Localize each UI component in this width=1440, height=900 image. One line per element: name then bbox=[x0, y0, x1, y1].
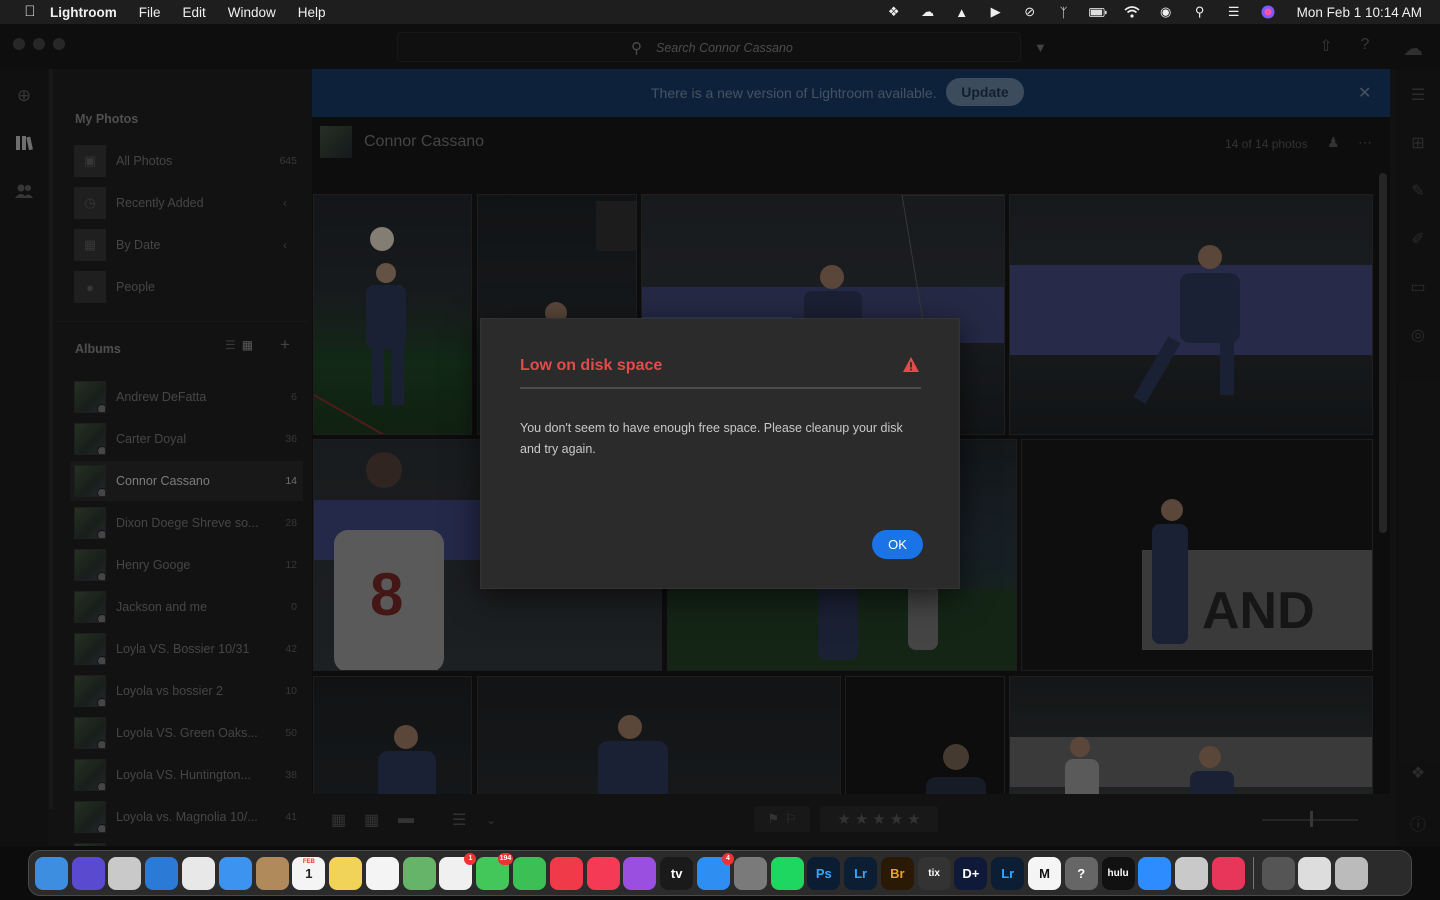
dock-notes-icon[interactable] bbox=[329, 856, 363, 890]
control-center-icon[interactable]: ☰ bbox=[1225, 4, 1243, 19]
notification-badge: 194 bbox=[497, 852, 514, 865]
low-disk-space-dialog: Low on disk space You don't seem to have… bbox=[480, 318, 960, 589]
dock-app-label: Ps bbox=[815, 865, 832, 881]
user-icon[interactable]: ◉ bbox=[1157, 4, 1175, 19]
dock-podcasts-icon[interactable] bbox=[623, 856, 657, 890]
dock-app-label: M bbox=[1039, 865, 1050, 881]
dock-app-label: Lr bbox=[1001, 865, 1015, 881]
dock-reminders-icon[interactable] bbox=[365, 856, 399, 890]
dock-messages-icon[interactable]: 194 bbox=[476, 852, 514, 890]
apple-icon[interactable]:  bbox=[22, 4, 38, 20]
menu-bar:  Lightroom File Edit Window Help ❖ ☁ ▲ … bbox=[0, 0, 1440, 24]
dropbox-icon[interactable]: ❖ bbox=[885, 4, 903, 19]
menubar-clock[interactable]: Mon Feb 1 10:14 AM bbox=[1297, 5, 1422, 20]
calendar-month: FEB bbox=[302, 858, 315, 865]
menu-edit[interactable]: Edit bbox=[183, 5, 206, 20]
bluetooth-icon[interactable]: ᛉ bbox=[1055, 5, 1073, 20]
dialog-divider bbox=[520, 387, 921, 389]
dock-calendar-icon[interactable]: 1 FEB bbox=[292, 856, 326, 890]
creative-cloud-icon[interactable]: ☁ bbox=[919, 4, 937, 19]
dock-photos-icon[interactable]: 1 bbox=[439, 852, 477, 890]
dock-finder-icon[interactable] bbox=[34, 856, 68, 890]
notification-badge: 1 bbox=[464, 852, 477, 865]
dock-tv-icon[interactable]: tv bbox=[660, 856, 694, 890]
dock-zoom-icon[interactable] bbox=[1138, 856, 1172, 890]
dock: 1 FEB 1 194 tv 4 Ps Lr Br tix D+ Lr M? hulu bbox=[28, 850, 1412, 896]
menu-file[interactable]: File bbox=[139, 5, 161, 20]
dock-app-label: ? bbox=[1077, 865, 1086, 881]
dialog-message: You don't seem to have enough free space… bbox=[520, 421, 903, 456]
dock-app-label: tix bbox=[928, 867, 940, 879]
dock-chrome-icon[interactable] bbox=[182, 856, 216, 890]
dock-downloads-icon[interactable] bbox=[1261, 856, 1295, 890]
dock-safari-icon[interactable] bbox=[145, 856, 179, 890]
play-icon[interactable]: ▶ bbox=[987, 4, 1005, 19]
dock-contacts-icon[interactable] bbox=[255, 856, 289, 890]
dock-separator bbox=[1252, 857, 1254, 889]
drive-icon[interactable]: ▲ bbox=[953, 5, 971, 20]
warning-icon bbox=[903, 357, 919, 372]
dock-launchpad-icon[interactable] bbox=[108, 856, 142, 890]
dock-maps-icon[interactable] bbox=[402, 856, 436, 890]
dock-stack-icon[interactable] bbox=[1298, 856, 1332, 890]
notification-badge: 4 bbox=[721, 852, 734, 865]
dock-spotify-icon[interactable] bbox=[770, 856, 804, 890]
dock-app-label: D+ bbox=[962, 865, 980, 881]
dock-bridge-icon[interactable]: Br bbox=[880, 856, 914, 890]
dock-trash-icon[interactable] bbox=[1335, 856, 1369, 890]
dock-app-store-icon[interactable]: 4 bbox=[696, 852, 734, 890]
dock-system-preferences-icon[interactable] bbox=[733, 856, 767, 890]
dock-photoshop-icon[interactable]: Ps bbox=[807, 856, 841, 890]
wifi-icon[interactable] bbox=[1123, 5, 1141, 19]
dock-lightroom-icon[interactable]: Lr bbox=[991, 856, 1025, 890]
ok-button[interactable]: OK bbox=[872, 530, 923, 559]
dock-music-icon[interactable] bbox=[586, 856, 620, 890]
dock-app-label: hulu bbox=[1107, 867, 1129, 879]
battery-icon[interactable] bbox=[1088, 5, 1107, 19]
dock-preview-icon[interactable] bbox=[1175, 856, 1209, 890]
dock-disney-plus-icon[interactable]: D+ bbox=[954, 856, 988, 890]
dock-hulu-icon[interactable]: hulu bbox=[1101, 856, 1135, 890]
status-area: ❖ ☁ ▲ ▶ ⊘ ᛉ ◉ ⚲ ☰ Mon Feb 1 10:14 AM bbox=[885, 4, 1428, 20]
menu-window[interactable]: Window bbox=[228, 5, 276, 20]
dock-creative-cloud-icon[interactable] bbox=[1211, 856, 1245, 890]
dock-app-label: Br bbox=[890, 865, 905, 881]
dock-app-label: Lr bbox=[854, 865, 868, 881]
dock-app-label: 1 bbox=[305, 865, 313, 881]
spotlight-icon[interactable]: ⚲ bbox=[1191, 4, 1209, 19]
dock-help-icon[interactable]: ? bbox=[1064, 856, 1098, 890]
dock-siri-icon[interactable] bbox=[71, 856, 105, 890]
dock-news-icon[interactable] bbox=[549, 856, 583, 890]
dock-app-label: tv bbox=[670, 865, 683, 881]
dock-tix-icon[interactable]: tix bbox=[917, 856, 951, 890]
dock-lightroom-classic-icon[interactable]: Lr bbox=[844, 856, 878, 890]
dock-mail-icon[interactable] bbox=[218, 856, 252, 890]
menu-help[interactable]: Help bbox=[298, 5, 326, 20]
dialog-title: Low on disk space bbox=[520, 357, 663, 374]
mute-icon[interactable]: ⊘ bbox=[1021, 4, 1039, 19]
dock-facetime-icon[interactable] bbox=[513, 856, 547, 890]
dock-m-app-icon[interactable]: M bbox=[1027, 856, 1061, 890]
menu-app-name[interactable]: Lightroom bbox=[50, 5, 117, 20]
siri-icon[interactable] bbox=[1259, 5, 1277, 19]
